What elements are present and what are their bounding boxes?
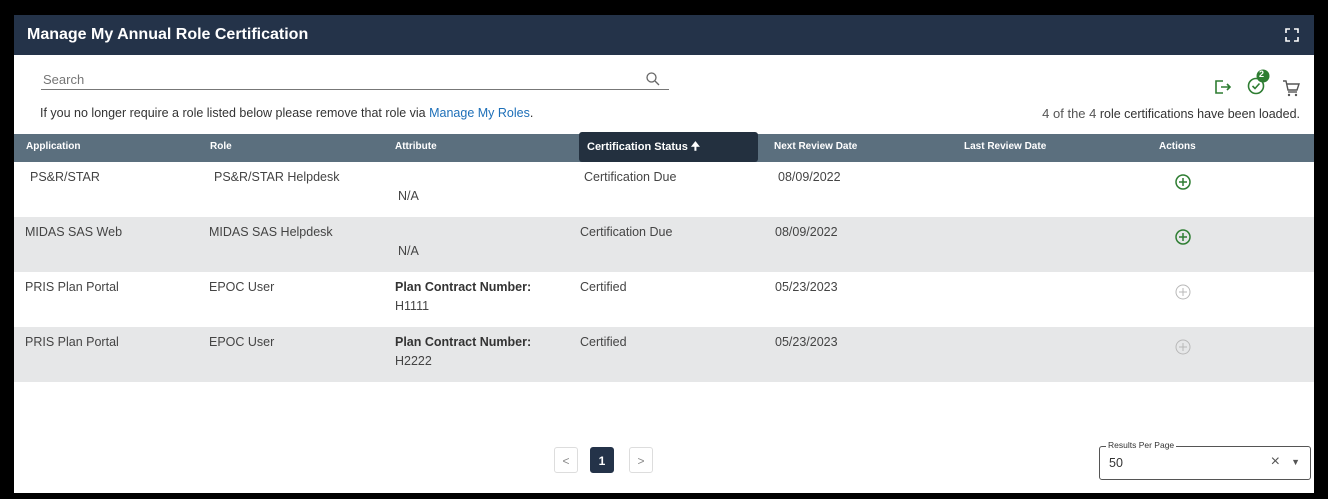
add-certification-icon-disabled (1175, 339, 1191, 355)
chevron-down-icon[interactable]: ▼ (1291, 457, 1300, 467)
fullscreen-icon[interactable] (1284, 27, 1300, 43)
cell-status: Certified (580, 280, 627, 294)
cell-status: Certification Due (584, 170, 677, 184)
toolbar-icons: 2 (1214, 69, 1304, 102)
table-row: MIDAS SAS Web MIDAS SAS Helpdesk N/A Cer… (14, 217, 1314, 272)
results-per-page-value: 50 (1109, 456, 1123, 470)
col-last-review-date[interactable]: Last Review Date (964, 141, 1046, 152)
prev-page-button[interactable]: < (554, 447, 578, 473)
col-role[interactable]: Role (210, 141, 232, 152)
cell-role: MIDAS SAS Helpdesk (209, 225, 333, 239)
cell-status: Certified (580, 335, 627, 349)
cell-role: PS&R/STAR Helpdesk (214, 170, 340, 184)
table-row: PRIS Plan Portal EPOC User Plan Contract… (14, 272, 1314, 327)
sort-ascending-icon: 🠉 (690, 141, 701, 153)
col-certification-status[interactable]: Certification Status 🠉 (579, 132, 758, 162)
clear-icon[interactable]: × (1271, 453, 1280, 471)
col-application[interactable]: Application (26, 141, 80, 152)
cell-attribute-value: N/A (398, 244, 419, 258)
results-per-page-label: Results Per Page (1106, 440, 1177, 450)
search-field[interactable] (41, 69, 669, 90)
cell-attribute-label: Plan Contract Number: (395, 280, 532, 294)
cell-application: MIDAS SAS Web (25, 225, 123, 239)
load-count: 4 of the 4 role certifications have been… (1042, 106, 1300, 121)
cell-attribute-value: H1111 (395, 299, 430, 313)
table-row: PS&R/STAR PS&R/STAR Helpdesk N/A Certifi… (14, 162, 1314, 217)
col-actions: Actions (1159, 141, 1196, 152)
cell-role: EPOC User (209, 335, 275, 349)
title-bar: Manage My Annual Role Certification (14, 15, 1314, 55)
cell-application: PRIS Plan Portal (25, 335, 119, 349)
table-row: PRIS Plan Portal EPOC User Plan Contract… (14, 327, 1314, 382)
manage-my-roles-link[interactable]: Manage My Roles (429, 106, 530, 120)
search-icon[interactable] (645, 71, 661, 87)
add-certification-icon[interactable] (1174, 228, 1192, 246)
certify-icon[interactable]: 2 (1246, 69, 1272, 102)
cell-application: PRIS Plan Portal (25, 280, 119, 294)
col-next-review-date[interactable]: Next Review Date (774, 141, 857, 152)
info-message: If you no longer require a role listed b… (40, 106, 534, 120)
cell-attribute-label: Plan Contract Number: (395, 335, 532, 349)
page-1-button[interactable]: 1 (590, 447, 614, 473)
add-certification-icon[interactable] (1174, 173, 1192, 191)
results-per-page-select[interactable]: Results Per Page 50 × ▼ (1099, 440, 1311, 480)
cell-next-review: 05/23/2023 (775, 335, 838, 349)
notification-badge: 2 (1259, 69, 1265, 79)
cell-attribute-value: H2222 (395, 354, 432, 368)
certification-panel: Manage My Annual Role Certification 2 (14, 15, 1314, 493)
col-attribute[interactable]: Attribute (395, 141, 437, 152)
search-input[interactable] (43, 72, 623, 87)
cell-next-review: 08/09/2022 (775, 225, 838, 239)
cell-next-review: 08/09/2022 (778, 170, 841, 184)
cart-icon[interactable] (1282, 79, 1300, 102)
cell-attribute-value: N/A (398, 189, 419, 203)
cell-next-review: 05/23/2023 (775, 280, 838, 294)
page-title: Manage My Annual Role Certification (27, 26, 309, 43)
export-icon[interactable] (1214, 79, 1232, 100)
cell-role: EPOC User (209, 280, 275, 294)
cell-status: Certification Due (580, 225, 673, 239)
cell-application: PS&R/STAR (30, 170, 100, 184)
next-page-button[interactable]: > (629, 447, 653, 473)
table-header: Application Role Attribute Certification… (14, 132, 1314, 162)
add-certification-icon-disabled (1175, 284, 1191, 300)
